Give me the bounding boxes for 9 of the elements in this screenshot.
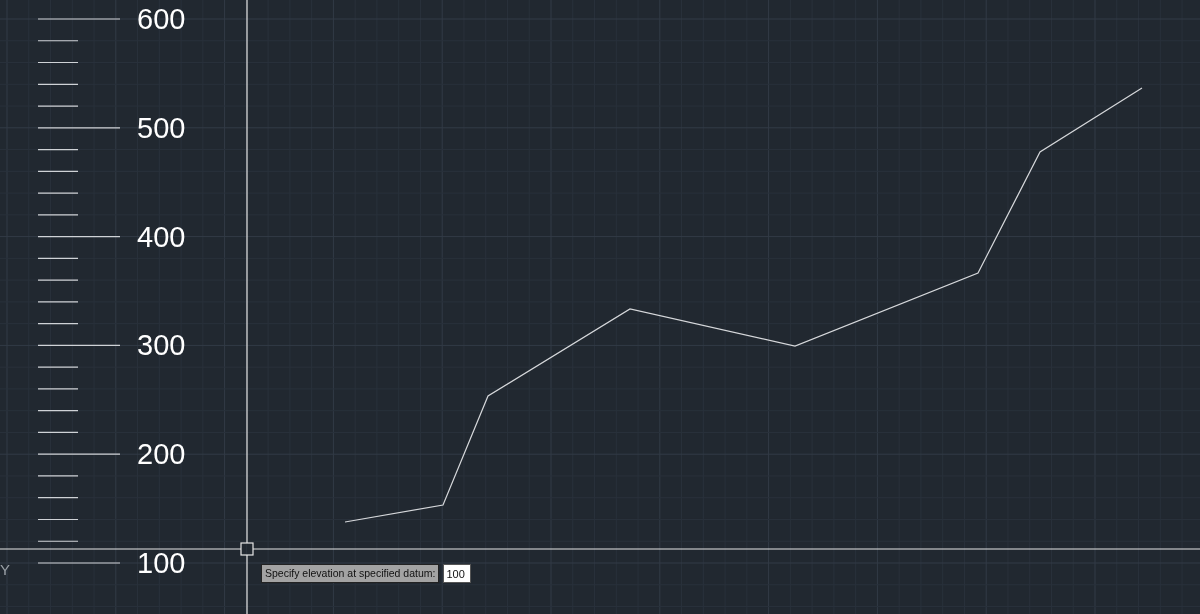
- scale-label: 100: [137, 547, 186, 579]
- scale-label: 300: [137, 329, 186, 362]
- ucs-axis-label: Y: [0, 561, 10, 579]
- prompt-label: Specify elevation at specified datum:: [261, 564, 440, 583]
- scale-label: 500: [137, 111, 186, 144]
- scale-label: 400: [137, 220, 186, 253]
- scale-label: 600: [137, 3, 186, 35]
- scale-label: 200: [137, 438, 186, 471]
- elevation-input-field[interactable]: 100: [443, 564, 472, 583]
